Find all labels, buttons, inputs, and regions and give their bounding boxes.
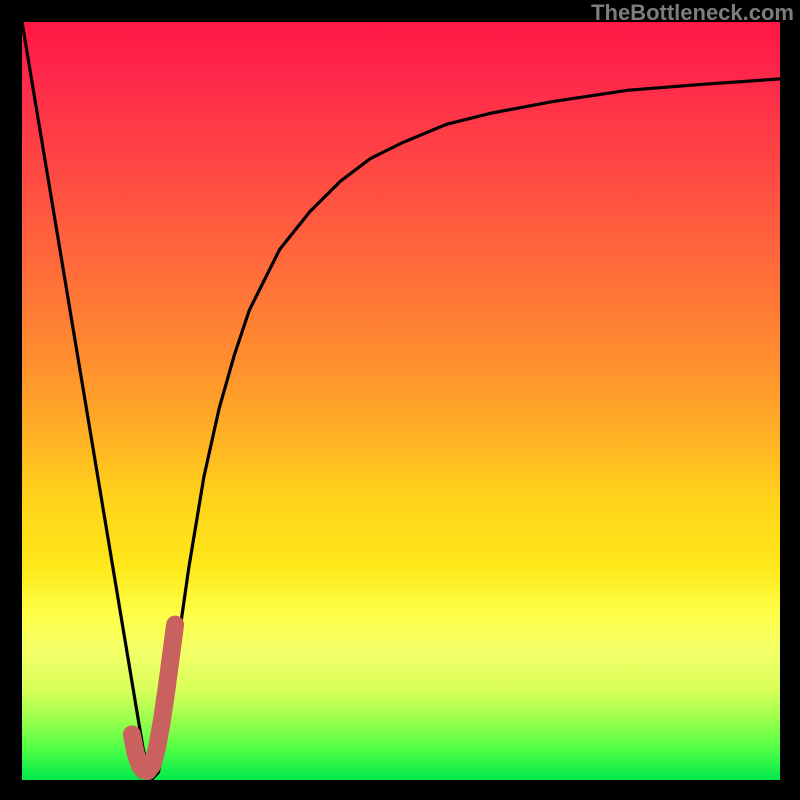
chart-frame: TheBottleneck.com [0, 0, 800, 800]
j-marker [22, 22, 780, 780]
plot-area [22, 22, 780, 780]
watermark-text: TheBottleneck.com [591, 0, 794, 26]
